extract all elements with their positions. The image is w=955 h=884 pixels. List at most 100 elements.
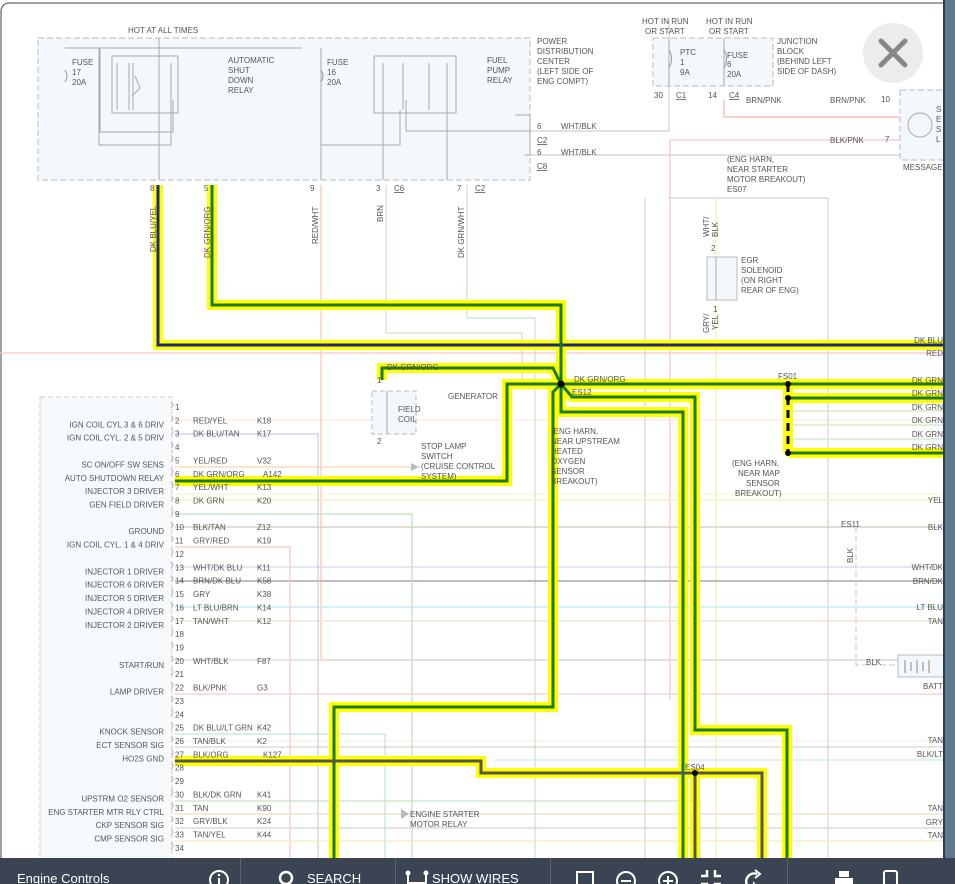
wire-label[interactable]: BLK <box>711 221 720 237</box>
fuse-text: 17 <box>72 68 81 77</box>
wire-label[interactable]: RED/WHT <box>311 207 320 244</box>
wire-label[interactable]: DK GRN <box>912 403 943 412</box>
pin-number: 2 <box>711 244 716 253</box>
wire-color-label[interactable]: WHT/BLK <box>193 657 229 666</box>
wire-color-label[interactable]: YEL/RED <box>193 456 227 465</box>
wire-label[interactable]: TAN <box>928 804 944 813</box>
wire-color-label[interactable]: DK GRN/ORG <box>193 470 245 479</box>
wire-label[interactable]: GRY <box>926 818 944 827</box>
relay-text: PUMP <box>487 66 510 75</box>
wire-color-label[interactable]: BRN/DK BLU <box>193 577 241 586</box>
wire-color-label[interactable]: LT BLU/BRN <box>193 603 239 612</box>
print-icon[interactable] <box>833 869 855 884</box>
wire-label[interactable]: TAN <box>928 831 944 840</box>
page-icon[interactable] <box>880 869 902 884</box>
wire-color-label[interactable]: GRY/BLK <box>193 817 228 826</box>
pin-number: 3 <box>175 430 180 439</box>
search-button[interactable]: SEARCH <box>276 858 376 884</box>
splice-text: ES07 <box>727 185 747 194</box>
wire-label[interactable]: YEL <box>928 496 944 505</box>
wire-color-label[interactable]: RED/YEL <box>193 416 228 425</box>
fuse-text: FUSE <box>327 58 348 67</box>
wire-label[interactable]: DK GRN/ORG <box>203 206 212 258</box>
jb-text: OR START <box>709 27 749 36</box>
wire-label[interactable]: DK GRN <box>912 376 943 385</box>
wire-label[interactable]: DK GRN/ORG <box>387 363 439 372</box>
wire-label[interactable]: TAN <box>928 736 944 745</box>
wire-color-label[interactable]: BLK/TAN <box>193 523 226 532</box>
wire-color-label[interactable]: GRY <box>193 590 211 599</box>
wire-label[interactable]: BLK <box>866 658 882 667</box>
wire-color-label[interactable]: TAN/WHT <box>193 617 229 626</box>
wire-label[interactable]: BRN/PNK <box>830 96 866 105</box>
wire-label[interactable]: DK GRN <box>912 389 943 398</box>
fuse-text: FUSE <box>72 58 93 67</box>
info-icon[interactable] <box>208 869 230 884</box>
wire-label[interactable]: DK BLU <box>914 336 943 345</box>
pin-number: 3 <box>376 184 381 193</box>
pin-number: 21 <box>175 670 184 679</box>
splice-text: NEAR UPSTREAM <box>551 437 620 446</box>
ref-text: SWITCH <box>421 452 453 461</box>
wire-label[interactable]: BRN <box>376 205 385 222</box>
zoom-out-icon[interactable] <box>615 869 637 884</box>
wire-label[interactable]: BLK/LT <box>917 750 943 759</box>
wire-label[interactable]: BLK/PNK <box>830 136 864 145</box>
pin-function-label: HO2S GND <box>122 754 164 763</box>
circuit-code-label: K18 <box>257 416 272 425</box>
wire-color-label[interactable]: BLK/ORG <box>193 750 229 759</box>
wire-label[interactable]: DK GRN <box>912 443 943 452</box>
wire-label[interactable]: LT BLU <box>917 603 944 612</box>
wire-label[interactable]: DK GRN/WHT <box>457 206 466 258</box>
wire-label[interactable]: TAN <box>928 617 944 626</box>
wire-label[interactable]: DK GRN <box>912 430 943 439</box>
wire-color-label[interactable]: YEL/WHT <box>193 483 229 492</box>
wire-label[interactable]: GRY/ <box>702 313 711 333</box>
pin-number: 29 <box>175 777 184 786</box>
show-wires-button[interactable]: SHOW WIRES <box>404 858 534 884</box>
wire-label[interactable]: WHT/DK <box>911 563 943 572</box>
wire-label[interactable]: WHT/BLK <box>561 148 597 157</box>
wire-label[interactable]: WHT/ <box>702 216 711 237</box>
pin-function-label: CMP SENSOR SIG <box>94 835 164 844</box>
wire-color-label[interactable]: BLK/DK GRN <box>193 790 242 799</box>
wiring-diagram[interactable]: HOT AT ALL TIMES POWER DISTRIBUTION CENT… <box>0 0 955 884</box>
wire-label[interactable]: YEL <box>711 314 720 330</box>
rotate-icon[interactable] <box>742 869 764 884</box>
egr-text: (ON RIGHT <box>741 276 783 285</box>
wire-label[interactable]: BLK <box>928 523 944 532</box>
wire-color-label[interactable]: DK GRN <box>193 497 224 506</box>
circuit-code-label: K38 <box>257 590 272 599</box>
wire-label[interactable]: BLK <box>846 547 855 563</box>
close-button[interactable] <box>863 23 923 83</box>
wire-label[interactable]: WHT/BLK <box>561 122 597 131</box>
wire-color-label[interactable]: TAN/BLK <box>193 737 226 746</box>
wire-label[interactable]: DK GRN <box>912 416 943 425</box>
wire-label[interactable]: DK BLU/YEL <box>149 205 158 252</box>
wire-color-label[interactable]: GRY/RED <box>193 537 230 546</box>
wiring-diagram-viewer: HOT AT ALL TIMES POWER DISTRIBUTION CENT… <box>0 0 955 884</box>
egr-text: EGR <box>741 256 759 265</box>
pin-number: 33 <box>175 831 184 840</box>
ref-text: STOP LAMP <box>421 442 467 451</box>
pin-number: 15 <box>175 590 184 599</box>
wire-label[interactable]: BRN/PNK <box>746 96 782 105</box>
jb-text: 9A <box>680 68 690 77</box>
collapse-icon[interactable] <box>700 869 722 884</box>
fit-page-icon[interactable] <box>574 869 596 884</box>
wire-color-label[interactable]: TAN <box>193 804 209 813</box>
jb-text: S <box>936 105 941 114</box>
wire-color-label[interactable]: BLK/PNK <box>193 684 227 693</box>
wire-label[interactable]: DK GRN/ORG <box>574 375 626 384</box>
pin-number: 23 <box>175 697 184 706</box>
circuit-code-label: K24 <box>257 817 272 826</box>
wire-color-label[interactable]: WHT/DK BLU <box>193 563 243 572</box>
wire-color-label[interactable]: DK BLU/LT GRN <box>193 724 253 733</box>
wire-label[interactable]: BRN/DK <box>913 577 944 586</box>
zoom-in-icon[interactable] <box>657 869 679 884</box>
circuit-code-label: K90 <box>257 804 272 813</box>
wire-color-label[interactable]: DK BLU/TAN <box>193 430 240 439</box>
wire-color-label[interactable]: TAN/YEL <box>193 831 226 840</box>
wire-label[interactable]: RED <box>926 349 943 358</box>
jb-text: 20A <box>727 70 742 79</box>
